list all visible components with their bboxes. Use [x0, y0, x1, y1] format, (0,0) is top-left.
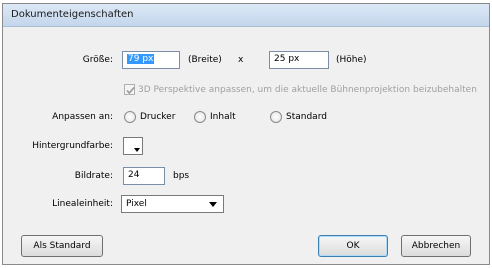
width-unit-label: (Breite)	[188, 55, 222, 65]
ruler-units-select[interactable]: Pixel	[121, 195, 224, 213]
background-color-swatch[interactable]	[123, 137, 143, 155]
height-unit-label: (Höhe)	[336, 55, 367, 65]
title-bar: Dokumenteigenschaften	[3, 4, 489, 27]
perspective-checkbox-label: 3D Perspektive anpassen, um die aktuelle…	[138, 85, 477, 95]
radio-default-label: Standard	[286, 112, 327, 122]
ruler-units-label: Linealeinheit:	[52, 199, 113, 209]
chevron-down-icon	[209, 202, 217, 207]
framerate-value: 24	[128, 170, 140, 180]
radio-printer-label: Drucker	[140, 112, 176, 122]
framerate-label: Bildrate:	[74, 171, 113, 181]
fit-label: Anpassen an:	[52, 112, 113, 122]
radio-printer[interactable]	[124, 111, 136, 123]
background-color-label: Hintergrundfarbe:	[32, 141, 113, 151]
size-label: Größe:	[82, 55, 113, 65]
dialog-title: Dokumenteigenschaften	[11, 9, 134, 20]
width-input[interactable]: 79 px	[122, 51, 180, 69]
width-value: 79 px	[127, 54, 155, 64]
radio-default[interactable]	[270, 111, 282, 123]
perspective-checkbox[interactable]	[124, 84, 135, 95]
ok-button[interactable]: OK	[318, 235, 388, 257]
make-default-button[interactable]: Als Standard	[21, 235, 103, 257]
size-separator: x	[238, 55, 244, 65]
framerate-unit: bps	[173, 171, 190, 181]
height-input[interactable]: 25 px	[269, 51, 329, 69]
framerate-input[interactable]: 24	[123, 167, 165, 185]
radio-contents-label: Inhalt	[210, 112, 236, 122]
document-properties-dialog: Dokumenteigenschaften Größe: 79 px (Brei…	[2, 3, 490, 265]
cancel-button[interactable]: Abbrechen	[401, 235, 471, 257]
ruler-units-value: Pixel	[126, 199, 147, 209]
dropdown-arrow-icon	[134, 148, 140, 152]
radio-contents[interactable]	[194, 111, 206, 123]
height-value: 25 px	[274, 54, 300, 64]
checkmark-icon	[126, 86, 135, 95]
